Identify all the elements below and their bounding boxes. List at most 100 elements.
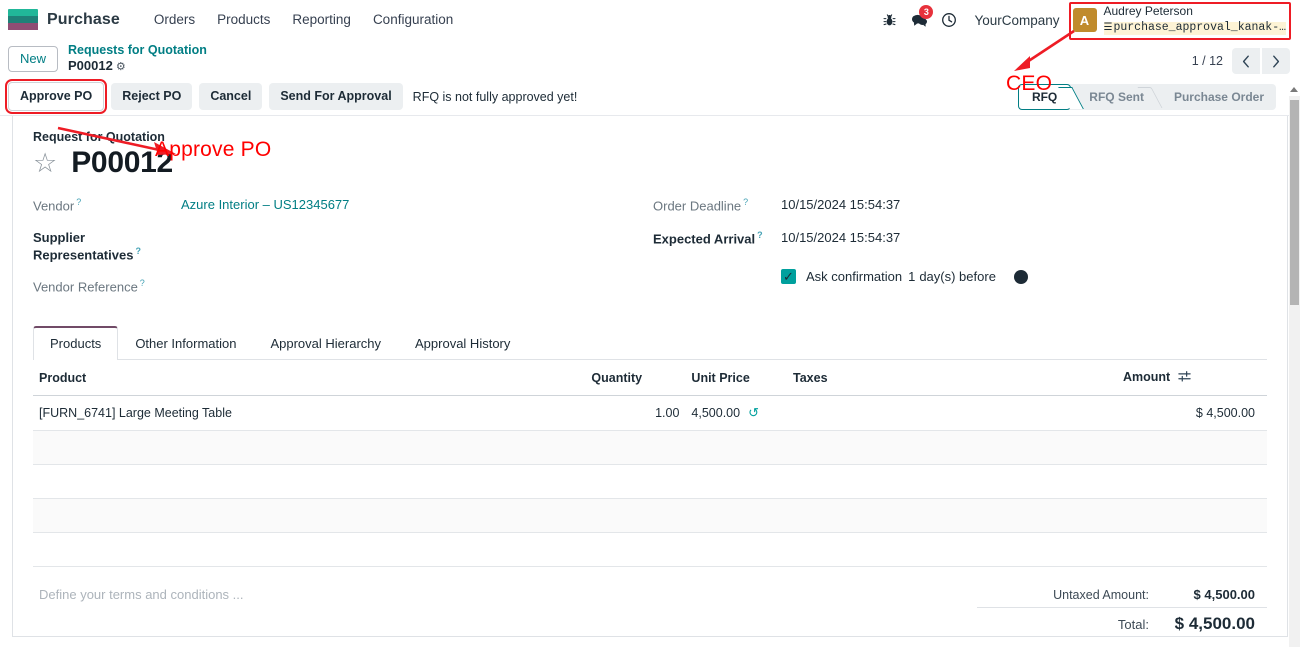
approval-warning-text: RFQ is not fully approved yet! — [412, 89, 578, 104]
star-outline-icon[interactable]: ☆ — [33, 149, 57, 177]
app-name[interactable]: Purchase — [47, 11, 120, 29]
form-sheet: Request for Quotation ☆ P00012 Vendor? A… — [12, 116, 1288, 637]
messages-icon[interactable]: 3 — [904, 0, 934, 40]
column-quantity[interactable]: Quantity — [585, 359, 686, 396]
field-vendor-value[interactable]: Azure Interior – US12345677 — [181, 196, 349, 212]
column-taxes[interactable]: Taxes — [787, 359, 1117, 396]
field-vendor: Vendor? Azure Interior – US12345677 — [33, 196, 653, 215]
breadcrumb: Requests for Quotation P00012 ⚙ — [68, 43, 207, 75]
menu-products[interactable]: Products — [207, 6, 280, 33]
total-value: $ 4,500.00 — [1174, 613, 1255, 633]
status-purchase-order[interactable]: Purchase Order — [1156, 84, 1276, 110]
odoo-logo-icon[interactable] — [8, 8, 38, 31]
table-row[interactable]: [FURN_6741] Large Meeting Table 1.00 4,5… — [33, 395, 1267, 431]
untaxed-amount-row: Untaxed Amount: $ 4,500.00 — [977, 585, 1267, 604]
form-sheet-wrapper: Request for Quotation ☆ P00012 Vendor? A… — [0, 116, 1300, 637]
tab-other-information[interactable]: Other Information — [118, 326, 253, 360]
avatar: A — [1072, 8, 1097, 32]
field-vendor-reference: Vendor Reference? — [33, 277, 653, 296]
field-order-deadline-label: Order Deadline? — [653, 197, 749, 214]
gear-icon[interactable]: ⚙ — [116, 61, 126, 73]
totals-block: Untaxed Amount: $ 4,500.00 Total: $ 4,50… — [977, 581, 1267, 636]
terms-and-conditions-input[interactable]: Define your terms and conditions ... — [33, 581, 977, 636]
status-bar: RFQ RFQ Sent Purchase Order — [1017, 84, 1276, 110]
pager-previous-button[interactable] — [1232, 48, 1260, 74]
pager-next-button[interactable] — [1262, 48, 1290, 74]
status-rfq-sent[interactable]: RFQ Sent — [1071, 84, 1156, 110]
tab-products[interactable]: Products — [33, 325, 119, 360]
column-amount[interactable]: Amount — [1117, 359, 1267, 396]
total-row: Total: $ 4,500.00 — [977, 606, 1267, 636]
control-panel-action-row: Approve PO Reject PO Cancel Send For App… — [0, 78, 1300, 116]
vertical-scrollbar[interactable] — [1289, 87, 1300, 647]
help-icon[interactable]: ? — [743, 197, 748, 207]
table-row-empty — [33, 430, 1267, 465]
send-for-approval-button[interactable]: Send For Approval — [269, 83, 403, 110]
cancel-button[interactable]: Cancel — [199, 83, 263, 110]
form-column-left: Vendor? Azure Interior – US12345677 Supp… — [33, 196, 653, 310]
breadcrumb-parent[interactable]: Requests for Quotation — [68, 43, 207, 58]
order-lines-table: Product Quantity Unit Price Taxes Amount… — [33, 359, 1267, 567]
cell-taxes[interactable] — [787, 395, 1117, 431]
tab-approval-history[interactable]: Approval History — [398, 326, 527, 360]
scroll-up-arrow-icon[interactable] — [1290, 87, 1298, 92]
field-vendor-reference-label: Vendor Reference? — [33, 278, 145, 295]
menu-configuration[interactable]: Configuration — [363, 6, 463, 33]
form-columns: Vendor? Azure Interior – US12345677 Supp… — [33, 196, 1267, 310]
table-row-empty — [33, 498, 1267, 533]
column-unit-price[interactable]: Unit Price — [685, 359, 787, 396]
field-order-deadline: Order Deadline? 10/15/2024 15:54:37 — [653, 196, 1267, 215]
reject-po-button[interactable]: Reject PO — [111, 83, 193, 110]
notebook-tabs: Products Other Information Approval Hier… — [33, 325, 1267, 360]
table-header-row: Product Quantity Unit Price Taxes Amount — [33, 359, 1267, 396]
help-icon[interactable]: ? — [76, 197, 81, 207]
help-icon[interactable]: ? — [757, 230, 763, 240]
bug-icon[interactable] — [874, 0, 904, 40]
database-name: ☰purchase_approval_kanak-… — [1103, 20, 1286, 35]
table-row-empty — [33, 532, 1267, 567]
scrollbar-thumb[interactable] — [1290, 100, 1299, 305]
field-vendor-label: Vendor? — [33, 197, 82, 214]
table-body: [FURN_6741] Large Meeting Table 1.00 4,5… — [33, 395, 1267, 567]
cell-product[interactable]: [FURN_6741] Large Meeting Table — [33, 395, 586, 431]
ask-confirmation-days[interactable]: 1 — [908, 269, 915, 284]
ask-confirmation-prefix: Ask confirmation — [806, 269, 903, 285]
field-expected-arrival: Expected Arrival? 10/15/2024 15:54:37 — [653, 229, 1267, 248]
breadcrumb-current: P00012 — [68, 58, 113, 74]
pager-count[interactable]: 1 / 12 — [1192, 54, 1223, 68]
field-order-deadline-value[interactable]: 10/15/2024 15:54:37 — [781, 196, 900, 212]
record-name: P00012 — [71, 146, 173, 179]
user-menu[interactable]: A Audrey Peterson ☰purchase_approval_kan… — [1070, 3, 1293, 36]
menu-orders[interactable]: Orders — [144, 6, 205, 33]
status-rfq[interactable]: RFQ — [1017, 84, 1072, 110]
column-product[interactable]: Product — [33, 359, 586, 396]
sheet-footer: Define your terms and conditions ... Unt… — [33, 581, 1267, 636]
activities-clock-icon[interactable] — [934, 0, 964, 40]
cell-amount[interactable]: $ 4,500.00 — [1117, 395, 1267, 431]
ask-confirmation-suffix: day(s) before — [919, 269, 996, 285]
sliders-icon[interactable] — [1178, 371, 1191, 386]
help-icon[interactable]: ? — [135, 246, 141, 256]
cell-quantity[interactable]: 1.00 — [585, 395, 686, 431]
approve-po-button[interactable]: Approve PO — [4, 79, 108, 114]
new-button[interactable]: New — [8, 45, 59, 73]
form-subtitle: Request for Quotation — [33, 130, 165, 144]
tab-approval-hierarchy[interactable]: Approval Hierarchy — [253, 326, 398, 360]
untaxed-amount-value: $ 4,500.00 — [1193, 586, 1255, 602]
ask-confirmation-row: ✓ Ask confirmation 1 day(s) before i — [781, 269, 1267, 285]
field-expected-arrival-value[interactable]: 10/15/2024 15:54:37 — [781, 229, 900, 245]
table-row-empty — [33, 464, 1267, 499]
systray: 3 YourCompany A Audrey Peterson ☰purchas… — [874, 0, 1292, 40]
control-panel-breadcrumb-row: New Requests for Quotation P00012 ⚙ 1 / 1… — [0, 40, 1300, 78]
pager: 1 / 12 — [1192, 48, 1290, 74]
ask-confirmation-checkbox[interactable]: ✓ — [781, 269, 796, 285]
untaxed-amount-label: Untaxed Amount: — [1053, 587, 1149, 602]
total-label: Total: — [1117, 616, 1149, 632]
cell-unit-price[interactable]: 4,500.00 ↺ — [685, 395, 787, 431]
history-reset-icon[interactable]: ↺ — [748, 405, 759, 420]
menu-reporting[interactable]: Reporting — [282, 6, 361, 33]
company-switcher[interactable]: YourCompany — [964, 13, 1069, 28]
help-icon[interactable]: ? — [140, 278, 145, 288]
info-icon[interactable]: i — [1013, 269, 1028, 284]
field-supplier-representatives: Supplier Representatives? — [33, 229, 653, 264]
